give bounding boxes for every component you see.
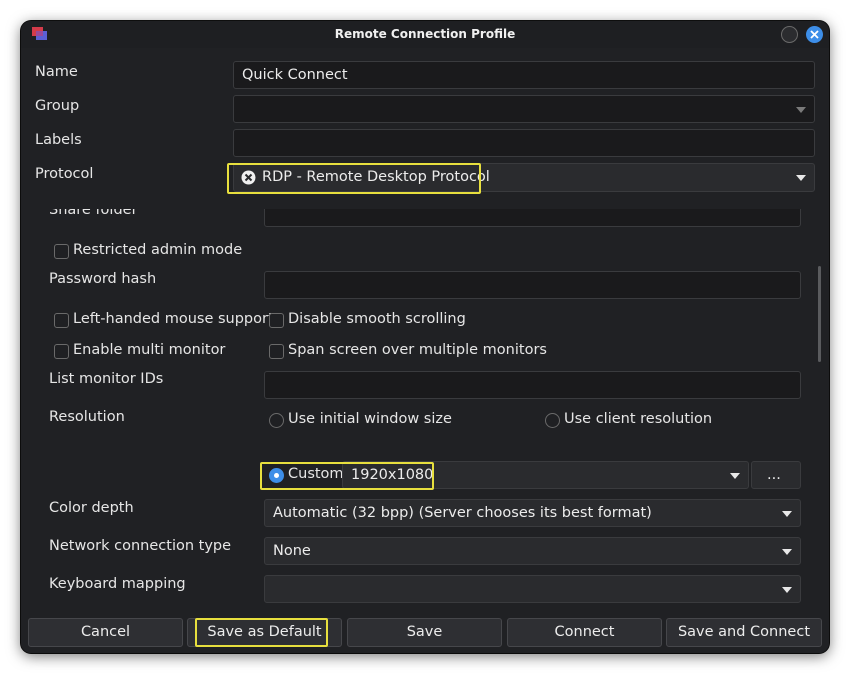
connect-button[interactable]: Connect	[507, 618, 662, 647]
highlight-save-as-default	[195, 618, 328, 647]
color-depth-label: Color depth	[49, 500, 134, 516]
title-bar[interactable]: Remote Connection Profile	[21, 21, 829, 48]
disable-smooth-scrolling-checkbox[interactable]	[269, 313, 284, 328]
basic-settings: Name Quick Connect Group Labels Protocol…	[21, 48, 829, 203]
restricted-admin-checkbox[interactable]	[54, 244, 69, 259]
keyboard-mapping-combo[interactable]	[264, 575, 801, 603]
close-icon	[810, 30, 819, 39]
name-value: Quick Connect	[242, 67, 348, 83]
disable-smooth-scrolling-label: Disable smooth scrolling	[288, 311, 466, 327]
labels-field[interactable]	[233, 129, 815, 157]
scrollbar[interactable]	[818, 266, 821, 362]
color-depth-value: Automatic (32 bpp) (Server chooses its b…	[273, 505, 652, 521]
color-depth-combo[interactable]: Automatic (32 bpp) (Server chooses its b…	[264, 499, 801, 527]
radio-initial-window-size[interactable]	[269, 413, 284, 428]
highlight-custom-resolution	[260, 462, 434, 490]
network-type-label: Network connection type	[49, 538, 232, 554]
chevron-down-icon	[782, 587, 792, 593]
left-handed-label: Left-handed mouse support	[73, 311, 274, 327]
save-and-connect-button[interactable]: Save and Connect	[666, 618, 822, 647]
share-folder-field[interactable]	[264, 209, 801, 227]
resolution-label: Resolution	[49, 409, 125, 425]
chevron-down-icon	[782, 511, 792, 517]
span-screen-checkbox[interactable]	[269, 344, 284, 359]
radio-client-resolution[interactable]	[545, 413, 560, 428]
initial-window-size-label: Use initial window size	[288, 411, 452, 427]
labels-label: Labels	[35, 132, 82, 148]
name-label: Name	[35, 64, 78, 80]
monitor-ids-field[interactable]	[264, 371, 801, 399]
network-type-value: None	[273, 543, 311, 559]
chevron-down-icon	[796, 175, 806, 181]
multi-monitor-label: Enable multi monitor	[73, 342, 226, 358]
name-field[interactable]: Quick Connect	[233, 61, 815, 89]
window-title: Remote Connection Profile	[334, 27, 516, 41]
protocol-label: Protocol	[35, 166, 94, 182]
group-label: Group	[35, 98, 80, 114]
close-button[interactable]	[806, 26, 823, 43]
save-button[interactable]: Save	[347, 618, 502, 647]
cancel-button[interactable]: Cancel	[28, 618, 183, 647]
chevron-down-icon	[730, 473, 740, 479]
highlight-protocol	[227, 163, 481, 194]
keyboard-mapping-label: Keyboard mapping	[49, 576, 186, 592]
share-folder-label: Share folder	[49, 209, 138, 218]
monitor-ids-label: List monitor IDs	[49, 371, 164, 387]
span-screen-label: Span screen over multiple monitors	[288, 342, 547, 358]
network-type-combo[interactable]: None	[264, 537, 801, 565]
connection-profile-window: Remote Connection Profile Share folder R…	[21, 21, 829, 653]
password-hash-label: Password hash	[49, 271, 157, 287]
left-handed-checkbox[interactable]	[54, 313, 69, 328]
advanced-settings-panel[interactable]: Share folder Restricted admin mode Passw…	[34, 209, 821, 613]
chevron-down-icon	[796, 107, 806, 113]
chevron-down-icon	[782, 549, 792, 555]
resolution-more-label: ...	[767, 467, 781, 483]
minimize-button[interactable]	[781, 26, 798, 43]
multi-monitor-checkbox[interactable]	[54, 344, 69, 359]
client-resolution-label: Use client resolution	[564, 411, 713, 427]
group-combo[interactable]	[233, 95, 815, 123]
password-hash-field[interactable]	[264, 271, 801, 299]
resolution-more-button[interactable]: ...	[751, 461, 801, 489]
restricted-admin-label: Restricted admin mode	[73, 242, 243, 258]
